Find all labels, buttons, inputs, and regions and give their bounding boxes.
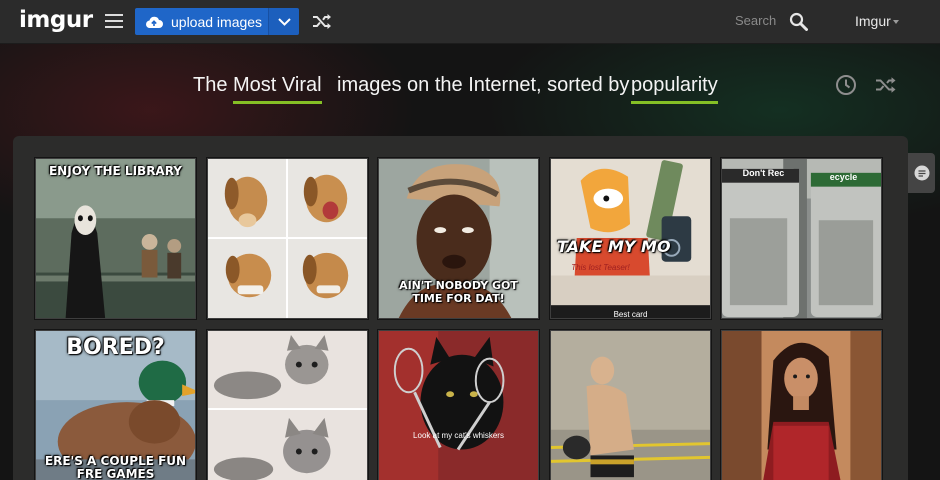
image-title: Look at my cat's whiskers [413,431,504,440]
page-heading: The Most Viral images on the Internet, s… [0,74,940,104]
search-input[interactable]: Search [735,13,776,28]
comment-icon [914,165,929,181]
gallery-thumbnail [551,331,710,480]
upload-images-label: upload images [171,13,263,30]
hamburger-menu-icon[interactable] [105,14,123,28]
search-icon[interactable] [789,12,808,31]
handwritten-note: This lost Teaser! [571,263,630,272]
imgur-logo[interactable]: imgur [19,7,93,33]
meme-caption: TAKE MY MO [557,237,671,256]
sign-text: ecycle [829,172,858,182]
gallery-item[interactable]: TAKE MY MO This lost Teaser! Best card [549,157,712,320]
chevron-down-icon [277,17,291,26]
image-title: Best card [613,310,648,319]
meme-caption: BORED? [66,335,165,360]
gallery-thumbnail [36,159,195,318]
gallery-thumbnail [208,331,367,480]
top-navigation-bar: imgur upload images Search Imgur [0,0,940,44]
gallery-item[interactable]: Don't Rec ecycle [720,157,883,320]
gallery-thumbnail [379,331,538,480]
clock-icon[interactable] [835,74,857,96]
gallery-panel: ENJOY THE LIBRARY AIN'T NOBODY GOT TIME … [13,136,908,480]
gallery-item[interactable] [206,157,369,320]
heading-middle: images on the Internet, sorted by [337,74,630,96]
shuffle-icon[interactable] [875,76,897,94]
gallery-item[interactable] [720,329,883,480]
upload-dropdown-button[interactable] [268,8,299,35]
heading-prefix: The [193,74,228,96]
section-selector[interactable]: Most Viral [233,74,322,104]
gallery-item[interactable]: ENJOY THE LIBRARY [34,157,197,320]
meme-caption: AIN'T NOBODY GOT TIME FOR DAT! [399,279,518,305]
gallery-item[interactable]: BORED? ERE'S A COUPLE FUN FRE GAMES [34,329,197,480]
cloud-upload-icon [146,16,163,28]
caret-down-icon[interactable] [893,20,899,24]
gallery-thumbnail [208,159,367,318]
meme-caption-bottom: ERE'S A COUPLE FUN FRE GAMES [44,454,187,480]
sort-selector[interactable]: popularity [631,74,718,104]
gallery-item[interactable]: AIN'T NOBODY GOT TIME FOR DAT! [377,157,540,320]
comments-side-tab[interactable] [908,153,935,193]
gallery-item[interactable] [549,329,712,480]
gallery-item[interactable] [206,329,369,480]
gallery-thumbnail [722,331,881,480]
gallery-item[interactable]: Look at my cat's whiskers [377,329,540,480]
shuffle-icon[interactable] [312,13,332,30]
account-menu[interactable]: Imgur [855,13,891,29]
meme-caption: ENJOY THE LIBRARY [48,164,182,178]
upload-images-button[interactable]: upload images [135,8,268,35]
gallery-thumbnail [722,159,881,318]
